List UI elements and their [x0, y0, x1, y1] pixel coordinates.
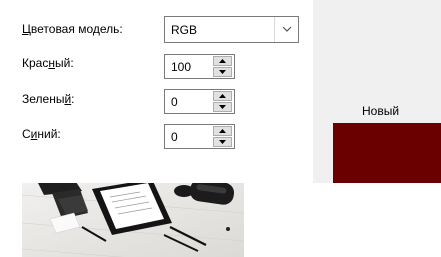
new-color-swatch	[333, 123, 441, 183]
arrow-down-icon	[219, 140, 226, 144]
new-color-label: Новый	[362, 104, 400, 118]
green-increment-button[interactable]	[213, 91, 232, 101]
red-label: Красный:	[22, 56, 74, 70]
arrow-down-icon	[219, 105, 226, 109]
mockup-photo-drawing	[22, 183, 244, 257]
blue-decrement-button[interactable]	[213, 137, 232, 147]
stationery-mockup-image	[22, 183, 244, 257]
green-value: 0	[171, 95, 178, 109]
combo-dropdown-button[interactable]	[274, 17, 298, 42]
chevron-down-icon	[282, 26, 292, 32]
blue-increment-button[interactable]	[213, 126, 232, 136]
arrow-up-icon	[219, 129, 226, 133]
blue-label: Синий:	[22, 127, 61, 141]
blue-spinner[interactable]: 0	[164, 124, 235, 149]
red-value: 100	[171, 60, 192, 74]
blue-value: 0	[171, 130, 178, 144]
red-spinner[interactable]: 100	[164, 54, 235, 79]
color-model-label: Цветовая модель:	[22, 22, 123, 36]
arrow-down-icon	[219, 70, 226, 74]
green-label: Зеленый:	[22, 92, 75, 106]
arrow-up-icon	[219, 59, 226, 63]
red-decrement-button[interactable]	[213, 67, 232, 77]
red-increment-button[interactable]	[213, 56, 232, 66]
green-spinner[interactable]: 0	[164, 89, 235, 114]
arrow-up-icon	[219, 94, 226, 98]
color-model-select[interactable]: RGB	[164, 16, 299, 43]
green-decrement-button[interactable]	[213, 102, 232, 112]
color-model-value: RGB	[171, 23, 198, 37]
